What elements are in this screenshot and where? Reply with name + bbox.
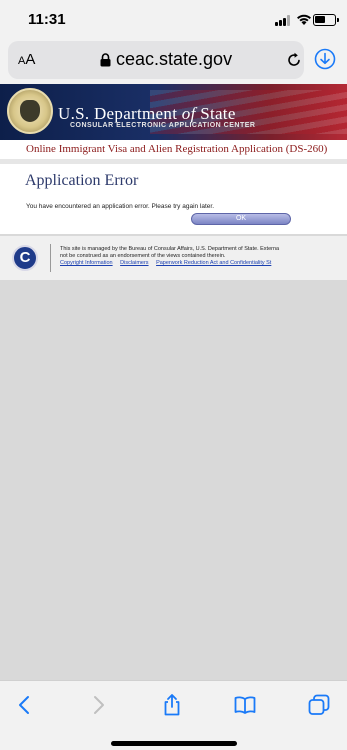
reload-icon[interactable] — [286, 52, 302, 68]
footer-links: Copyright Information Disclaimers Paperw… — [60, 260, 347, 266]
cellular-signal-icon — [275, 15, 293, 26]
address-bar[interactable]: AA ceac.state.gov — [8, 41, 304, 79]
home-indicator — [111, 741, 237, 746]
divider — [0, 159, 347, 164]
page-heading: Application Error — [25, 172, 139, 189]
copyright-link[interactable]: Copyright Information — [60, 260, 113, 266]
browser-address-area: AA ceac.state.gov — [0, 38, 347, 84]
download-icon[interactable] — [314, 48, 336, 70]
share-icon[interactable] — [160, 693, 184, 717]
footer-notice: This site is managed by the Bureau of Co… — [60, 246, 280, 259]
consular-affairs-logo-icon: C — [12, 245, 38, 271]
bookmarks-icon[interactable] — [233, 693, 257, 717]
site-banner[interactable]: U.S. Department of State CONSULAR ELECTR… — [0, 84, 347, 140]
ok-button[interactable]: OK — [191, 213, 291, 225]
content-area: Online Immigrant Visa and Alien Registra… — [0, 140, 347, 234]
web-page: U.S. Department of State CONSULAR ELECTR… — [0, 84, 347, 680]
form-title: Online Immigrant Visa and Alien Registra… — [26, 143, 328, 155]
status-bar: 11:31 — [0, 0, 347, 38]
error-message: You have encountered an application erro… — [26, 203, 215, 210]
banner-title: U.S. Department of State — [58, 104, 236, 123]
battery-icon — [313, 14, 339, 26]
site-footer: C This site is managed by the Bureau of … — [0, 236, 347, 280]
text-size-button[interactable]: AA — [18, 51, 35, 68]
lock-icon — [100, 53, 111, 67]
tabs-icon[interactable] — [307, 693, 331, 717]
footer-divider — [50, 244, 51, 272]
forward-icon[interactable] — [86, 693, 110, 717]
wifi-icon — [297, 14, 311, 25]
department-seal-icon — [7, 88, 53, 134]
status-time: 11:31 — [28, 11, 66, 28]
back-icon[interactable] — [13, 693, 37, 717]
banner-subtitle: CONSULAR ELECTRONIC APPLICATION CENTER — [70, 122, 256, 129]
browser-toolbar — [0, 680, 347, 750]
paperwork-link[interactable]: Paperwork Reduction Act and Confidential… — [156, 260, 271, 266]
disclaimers-link[interactable]: Disclaimers — [120, 260, 148, 266]
url-text[interactable]: ceac.state.gov — [116, 49, 232, 70]
